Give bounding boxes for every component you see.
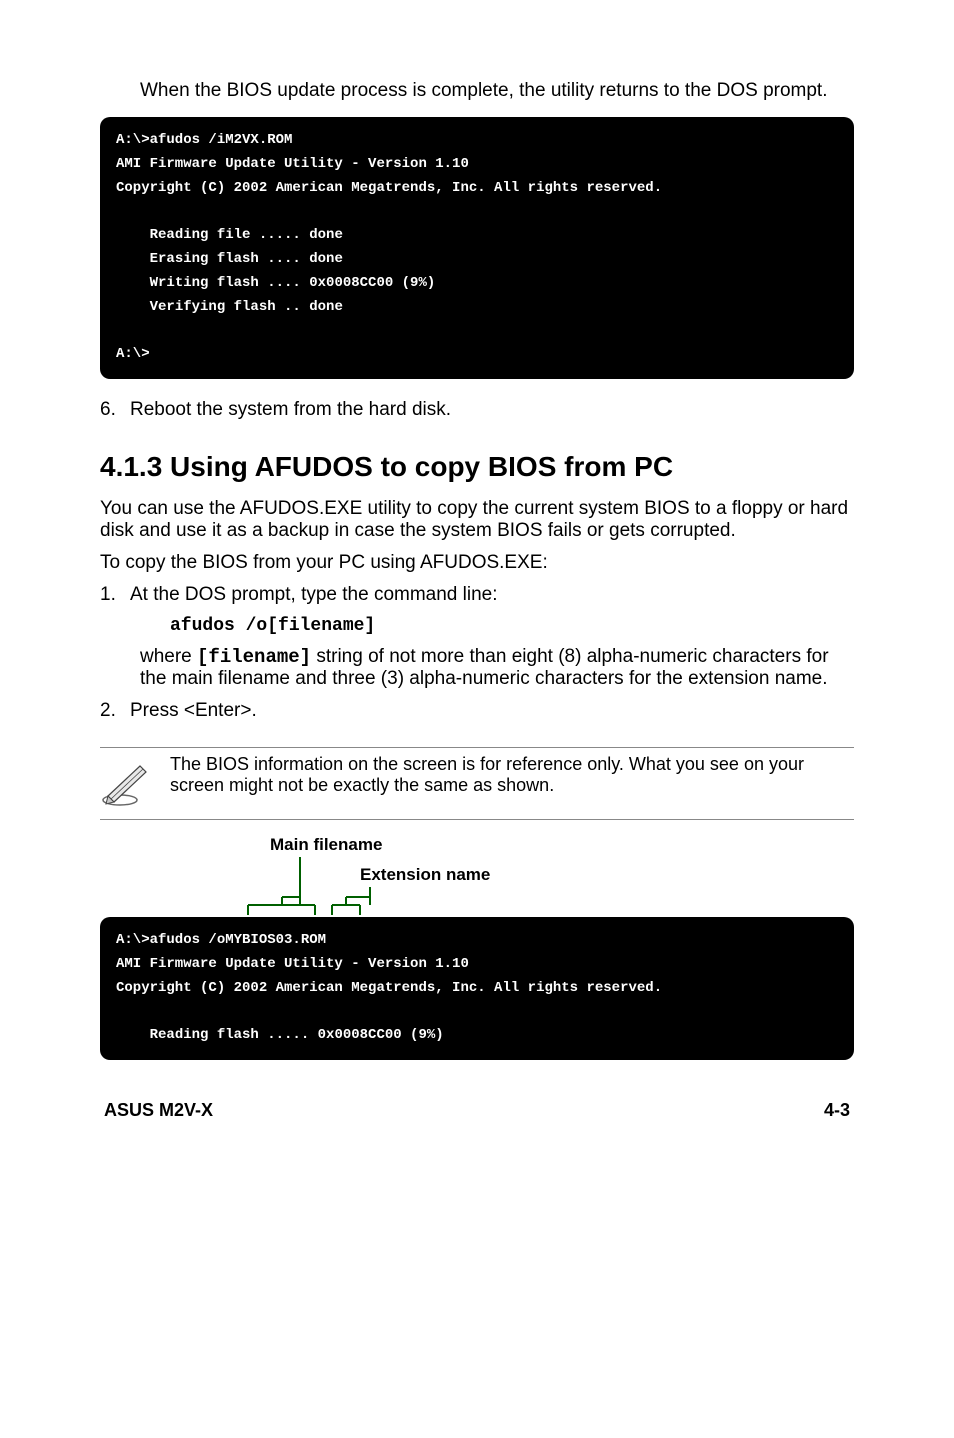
step-2-number: 2. <box>100 700 130 722</box>
footer-right: 4-3 <box>824 1100 850 1121</box>
pencil-icon <box>100 758 170 813</box>
step-1-text: At the DOS prompt, type the command line… <box>130 584 854 606</box>
page-footer: ASUS M2V-X 4-3 <box>100 1100 854 1121</box>
note-text: The BIOS information on the screen is fo… <box>170 754 854 796</box>
step-6: 6. Reboot the system from the hard disk. <box>100 399 854 421</box>
connector-lines-icon <box>100 835 500 930</box>
step-6-number: 6. <box>100 399 130 421</box>
step-2: 2. Press <Enter>. <box>100 700 854 722</box>
where-explanation: where [filename] string of not more than… <box>140 646 854 690</box>
step-1: 1. At the DOS prompt, type the command l… <box>100 584 854 606</box>
where-pre: where <box>140 646 197 667</box>
terminal-output-2: A:\>afudos /oMYBIOS03.ROM AMI Firmware U… <box>100 917 854 1060</box>
section-heading: 4.1.3 Using AFUDOS to copy BIOS from PC <box>100 451 854 483</box>
step-1-number: 1. <box>100 584 130 606</box>
terminal-output-1: A:\>afudos /iM2VX.ROM AMI Firmware Updat… <box>100 117 854 379</box>
footer-left: ASUS M2V-X <box>104 1100 213 1121</box>
step-6-text: Reboot the system from the hard disk. <box>130 399 854 421</box>
where-code: [filename] <box>197 646 311 668</box>
step-2-text: Press <Enter>. <box>130 700 854 722</box>
command-line-code: afudos /o[filename] <box>170 616 854 636</box>
note-box: The BIOS information on the screen is fo… <box>100 747 854 820</box>
paragraph-2: To copy the BIOS from your PC using AFUD… <box>100 552 854 574</box>
filename-labels: Main filename Extension name <box>100 835 854 925</box>
paragraph-1: You can use the AFUDOS.EXE utility to co… <box>100 498 854 542</box>
intro-paragraph: When the BIOS update process is complete… <box>140 80 854 102</box>
